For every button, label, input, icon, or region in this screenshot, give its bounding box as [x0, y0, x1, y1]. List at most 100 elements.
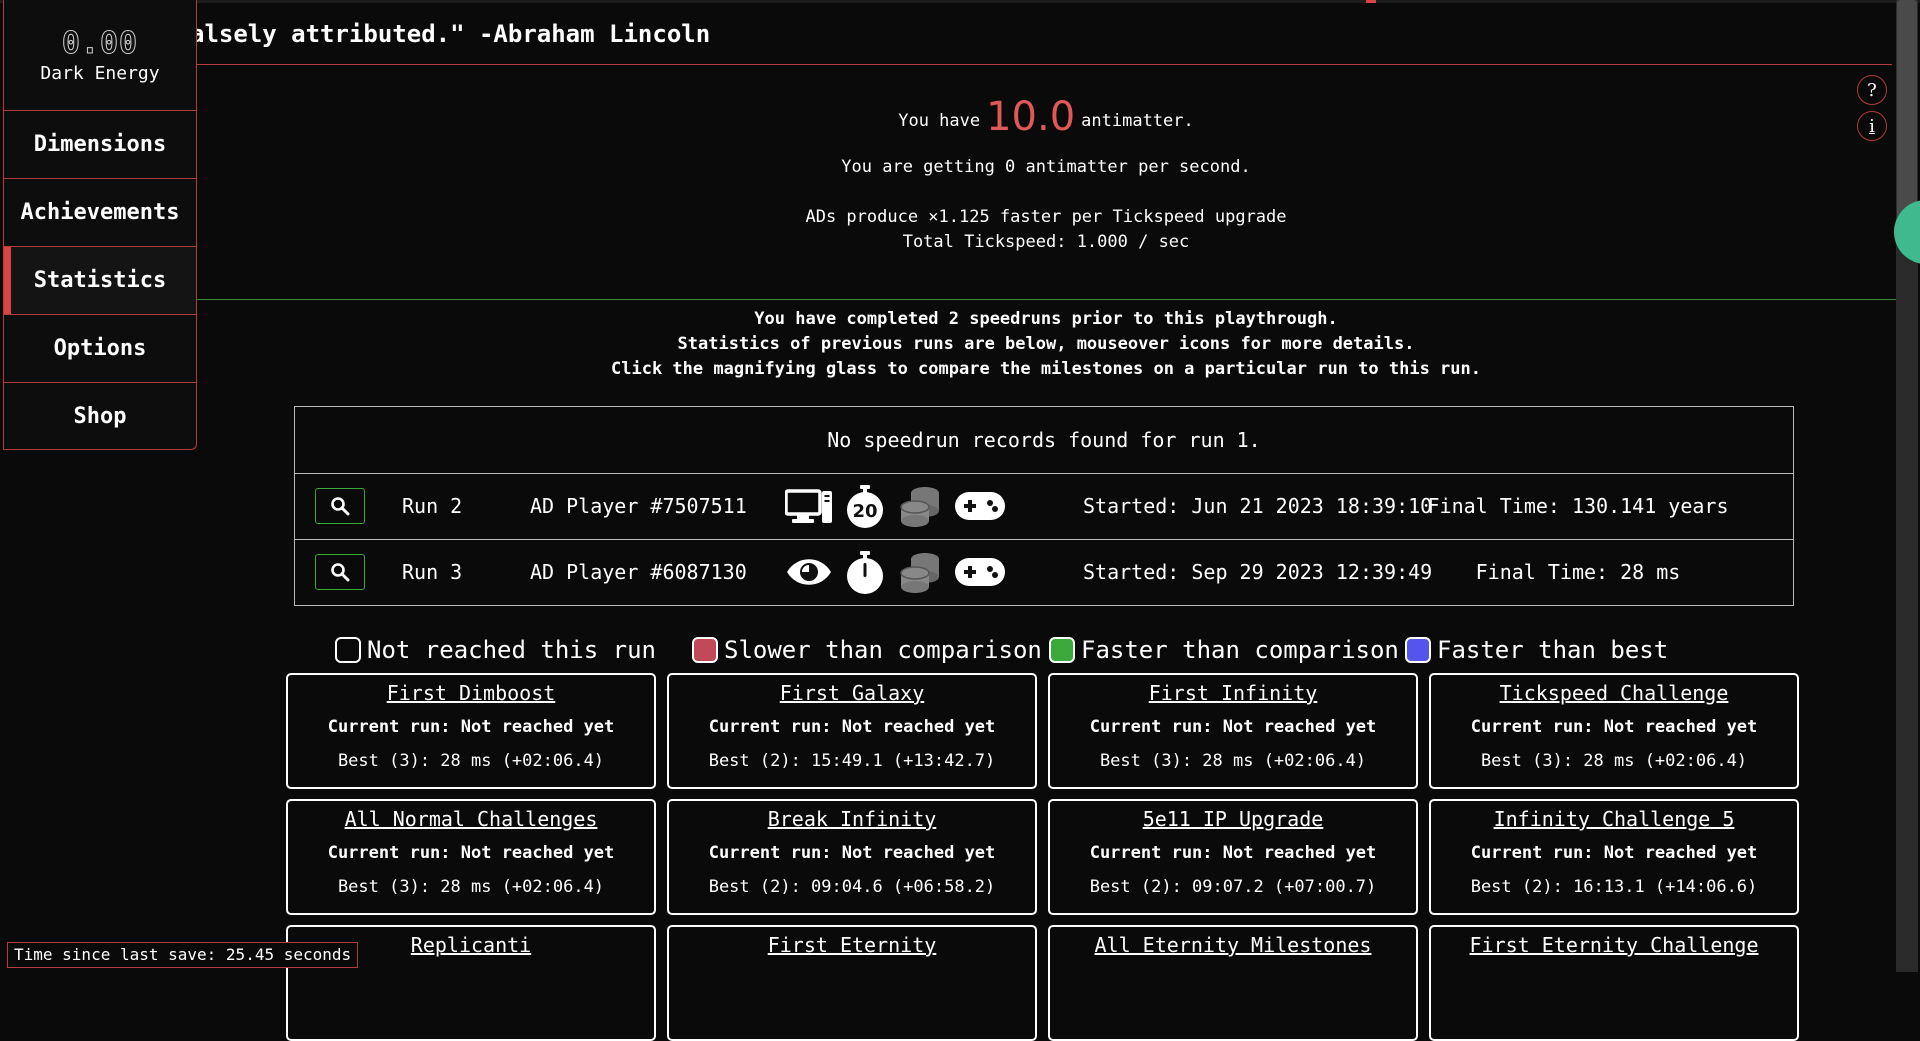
milestone-current: Current run: Not reached yet: [1089, 843, 1377, 863]
sidebar-item-achievements[interactable]: Achievements: [4, 179, 196, 247]
milestone-title[interactable]: All Normal Challenges: [288, 807, 654, 831]
milestone-current: Current run: Not reached yet: [708, 843, 996, 863]
records-empty-message: No speedrun records found for run 1.: [827, 428, 1261, 452]
legend-label: Faster than best: [1437, 636, 1669, 664]
milestone-title[interactable]: Infinity Challenge 5: [1431, 807, 1797, 831]
antimatter-line: You have 10.0 antimatter.: [196, 94, 1896, 140]
legend-slower: Slower than comparison: [692, 634, 1042, 666]
milestone-title[interactable]: First Dimboost: [288, 681, 654, 705]
save-timer: Time since last save: 25.45 seconds: [7, 942, 359, 968]
scrollbar-thumb[interactable]: [1897, 0, 1917, 220]
top-bar-marker: [1366, 0, 1376, 3]
speedrun-info-line2: Statistics of previous runs are below, m…: [677, 334, 1415, 354]
player-name: AD Player #6087130: [530, 560, 747, 584]
milestone-card: All Eternity Milestones: [1048, 925, 1418, 1041]
milestone-current: Current run: Not reached yet: [1470, 717, 1758, 737]
milestone-card: First Eternity Challenge: [1429, 925, 1799, 1041]
run-number: Run 2: [402, 494, 463, 518]
sidebar-item-statistics[interactable]: Statistics: [4, 247, 196, 315]
news-text: alsely attributed." -Abraham Lincoln: [196, 20, 711, 48]
speedrun-info-line1: You have completed 2 speedruns prior to …: [754, 309, 1338, 329]
you-have-text: You have: [898, 111, 981, 131]
news-ticker: alsely attributed." -Abraham Lincoln: [196, 18, 1892, 65]
milestone-best: Best (2): 09:07.2 (+07:00.7): [1089, 877, 1377, 897]
stopwatch-icon[interactable]: [841, 549, 889, 595]
gamepad-icon[interactable]: [953, 483, 1007, 529]
milestone-card: Break Infinity Current run: Not reached …: [667, 799, 1037, 915]
sidebar-item-options[interactable]: Options: [4, 315, 196, 383]
legend-swatch: [692, 637, 718, 663]
table-row: Run 3 AD Player #6087130 Started: Sep 29…: [295, 539, 1793, 605]
tickspeed-multiplier: ADs produce ×1.125 faster per Tickspeed …: [805, 207, 1287, 227]
gamepad-icon[interactable]: [953, 549, 1007, 595]
milestone-best: Best (2): 16:13.1 (+14:06.6): [1470, 877, 1758, 897]
milestone-best: Best (2): 15:49.1 (+13:42.7): [708, 751, 996, 771]
milestone-best: Best (3): 28 ms (+02:06.4): [337, 877, 605, 897]
stopwatch-badge-text: 20: [852, 501, 877, 522]
computer-icon[interactable]: [785, 483, 833, 529]
milestone-current: Current run: Not reached yet: [1470, 843, 1758, 863]
milestone-card: 5e11 IP Upgrade Current run: Not reached…: [1048, 799, 1418, 915]
legend-swatch: [1049, 637, 1075, 663]
compare-button[interactable]: [315, 554, 365, 590]
milestone-title[interactable]: Break Infinity: [669, 807, 1035, 831]
coins-icon[interactable]: [897, 549, 945, 595]
milestone-title[interactable]: Tickspeed Challenge: [1431, 681, 1797, 705]
milestone-best: Best (3): 28 ms (+02:06.4): [337, 751, 605, 771]
milestone-title[interactable]: First Eternity: [669, 933, 1035, 957]
legend-label: Faster than comparison: [1081, 636, 1399, 664]
run-number: Run 3: [402, 560, 463, 584]
milestone-best: Best (2): 09:04.6 (+06:58.2): [708, 877, 996, 897]
legend-faster-than-best: Faster than best: [1405, 634, 1668, 666]
player-name: AD Player #7507511: [530, 494, 747, 518]
milestone-best: Best (3): 28 ms (+02:06.4): [1099, 751, 1367, 771]
records-empty-row: No speedrun records found for run 1.: [295, 407, 1793, 474]
antimatter-amount: 10.0: [986, 94, 1076, 140]
milestone-current: Current run: Not reached yet: [327, 843, 615, 863]
magnifying-glass-icon: [331, 563, 350, 582]
milestone-title[interactable]: All Eternity Milestones: [1050, 933, 1416, 957]
sidebar-item-dimensions[interactable]: Dimensions: [4, 111, 196, 179]
milestone-card: First Galaxy Current run: Not reached ye…: [667, 673, 1037, 789]
top-bar: [0, 0, 1920, 3]
milestone-current: Current run: Not reached yet: [1089, 717, 1377, 737]
legend-label: Slower than comparison: [724, 636, 1042, 664]
dark-energy-label: Dark Energy: [40, 63, 160, 84]
milestone-card: All Normal Challenges Current run: Not r…: [286, 799, 656, 915]
magnifying-glass-icon: [331, 497, 350, 516]
run-final-time: Final Time: 130.141 years: [1427, 494, 1729, 518]
milestone-best: Best (3): 28 ms (+02:06.4): [1480, 751, 1748, 771]
milestone-title[interactable]: 5e11 IP Upgrade: [1050, 807, 1416, 831]
antimatter-per-second: You are getting 0 antimatter per second.: [841, 157, 1251, 177]
eye-icon[interactable]: [785, 549, 833, 595]
dark-energy-display: 0.00 Dark Energy: [4, 0, 196, 111]
milestone-title[interactable]: First Eternity Challenge: [1431, 933, 1797, 957]
legend-label: Not reached this run: [367, 636, 656, 664]
stopwatch-icon[interactable]: 20: [841, 483, 889, 529]
milestone-card: First Infinity Current run: Not reached …: [1048, 673, 1418, 789]
sidebar: 0.00 Dark Energy Dimensions Achievements…: [3, 0, 197, 450]
speedrun-info-line3: Click the magnifying glass to compare th…: [611, 359, 1481, 379]
coins-icon[interactable]: [897, 483, 945, 529]
milestone-card: Infinity Challenge 5 Current run: Not re…: [1429, 799, 1799, 915]
antimatter-word: antimatter.: [1081, 111, 1194, 131]
milestone-current: Current run: Not reached yet: [327, 717, 615, 737]
milestone-card: First Eternity: [667, 925, 1037, 1041]
table-row: Run 2 AD Player #7507511 20 Started: Jun…: [295, 473, 1793, 540]
legend-swatch: [335, 637, 361, 663]
milestone-card: First Dimboost Current run: Not reached …: [286, 673, 656, 789]
legend-swatch: [1405, 637, 1431, 663]
sidebar-item-shop[interactable]: Shop: [4, 383, 196, 450]
legend-faster: Faster than comparison: [1049, 634, 1399, 666]
compare-button[interactable]: [315, 488, 365, 524]
milestone-current: Current run: Not reached yet: [708, 717, 996, 737]
run-final-time: Final Time: 28 ms: [1475, 560, 1681, 584]
milestone-card: Tickspeed Challenge Current run: Not rea…: [1429, 673, 1799, 789]
section-divider: [196, 299, 1896, 300]
speedrun-records-table: No speedrun records found for run 1. Run…: [294, 406, 1794, 606]
milestone-title[interactable]: First Infinity: [1050, 681, 1416, 705]
dark-energy-value: 0.00: [61, 26, 139, 62]
total-tickspeed: Total Tickspeed: 1.000 / sec: [902, 232, 1190, 252]
legend-not-reached: Not reached this run: [335, 634, 656, 666]
milestone-title[interactable]: First Galaxy: [669, 681, 1035, 705]
